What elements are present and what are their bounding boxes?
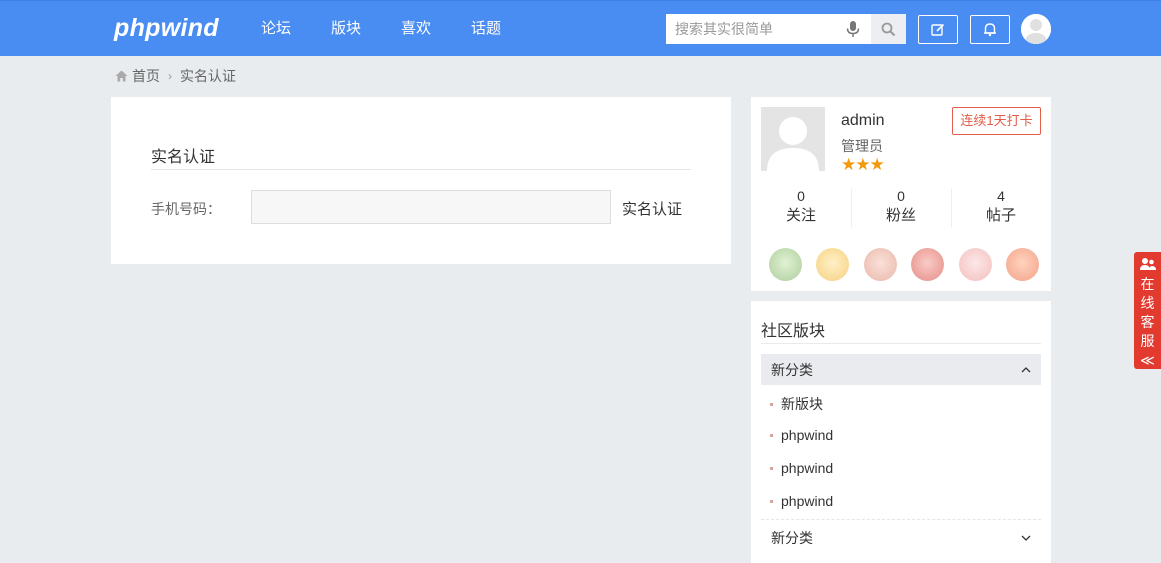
category-name: 新分类 (771, 361, 813, 378)
medal-loyal-icon[interactable] (911, 248, 945, 281)
stat-following[interactable]: 0 关注 (751, 187, 851, 231)
board-name: phpwind (781, 493, 834, 509)
nav-boards[interactable]: 版块 (331, 1, 361, 57)
post-button[interactable] (918, 15, 958, 44)
board-name: 新版块 (781, 396, 823, 412)
verify-button[interactable]: 实名认证 (622, 198, 682, 219)
bullet (770, 466, 773, 470)
search-field-wrapper (666, 14, 871, 44)
forum-sidebar: 社区版块 新分类 新版块 phpwind phpwind phpwind 新分类 (751, 301, 1051, 563)
category-name: 新分类 (771, 529, 813, 546)
page-title: 实名认证 (151, 143, 691, 170)
user-stats: 0 关注 0 粉丝 4 帖子 (751, 187, 1051, 231)
bullet (770, 433, 773, 437)
search-icon (881, 22, 896, 36)
user-avatar[interactable] (1021, 14, 1051, 44)
phone-input[interactable] (251, 190, 611, 224)
medal-face-icon[interactable] (769, 248, 802, 281)
username[interactable]: admin (841, 112, 885, 130)
profile-avatar[interactable] (761, 107, 825, 171)
notification-button[interactable] (970, 15, 1010, 44)
default-avatar-icon (761, 107, 825, 171)
board-name: phpwind (781, 460, 834, 476)
board-item[interactable]: phpwind (770, 493, 833, 509)
chevron-up-icon (1021, 366, 1031, 372)
online-service-tab[interactable]: 在 线 客 服 ≪ (1134, 252, 1161, 369)
user-card: admin 管理员 ★★★ 连续1天打卡 0 关注 0 粉丝 4 帖子 (751, 97, 1051, 291)
edit-icon (931, 23, 945, 36)
stat-label: 帖子 (985, 207, 1016, 224)
bullet (770, 402, 773, 406)
service-label-char: 客 (1140, 314, 1155, 330)
default-avatar-icon (1021, 14, 1051, 44)
board-name: phpwind (781, 427, 834, 443)
stat-count: 0 (897, 188, 905, 204)
forum-sidebar-title: 社区版块 (761, 317, 1041, 344)
service-label-char: 在 (1140, 276, 1155, 292)
chevron-right-icon: › (168, 69, 172, 83)
checkin-button[interactable]: 连续1天打卡 (952, 107, 1041, 135)
service-label-char: 服 (1140, 333, 1155, 349)
board-item[interactable]: phpwind (770, 460, 833, 476)
category-header[interactable]: 新分类 (761, 354, 1041, 385)
chevron-down-icon (1021, 535, 1031, 541)
stat-count: 4 (997, 188, 1005, 204)
board-item[interactable]: 新版块 (770, 394, 823, 414)
medal-rich-icon[interactable] (1005, 248, 1039, 281)
user-level-stars: ★★★ (841, 155, 885, 174)
top-header: phpwind 论坛 版块 喜欢 话题 (0, 0, 1161, 56)
medal-sofa-icon[interactable] (863, 248, 897, 281)
home-icon (115, 70, 128, 82)
category-header[interactable]: 新分类 (761, 522, 1041, 553)
microphone-icon[interactable] (846, 21, 860, 38)
phone-label: 手机号码： (151, 201, 221, 217)
bell-icon (984, 23, 996, 37)
nav-topics[interactable]: 话题 (471, 1, 501, 57)
board-item[interactable]: phpwind (770, 427, 833, 443)
main-nav: 论坛 版块 喜欢 话题 (261, 1, 541, 57)
search-input[interactable] (666, 14, 841, 44)
breadcrumb: 首页 › 实名认证 (115, 67, 236, 85)
breadcrumb-current: 实名认证 (180, 68, 236, 84)
verification-panel: 实名认证 手机号码： 实名认证 (111, 97, 731, 264)
bullet (770, 499, 773, 503)
collapse-icon: ≪ (1140, 352, 1155, 368)
medal-list (769, 248, 1039, 281)
search-bar (666, 14, 906, 44)
stat-fans[interactable]: 0 粉丝 (851, 187, 951, 231)
stat-label: 粉丝 (885, 207, 916, 224)
site-logo[interactable]: phpwind (114, 14, 219, 43)
nav-forum[interactable]: 论坛 (261, 1, 291, 57)
users-icon (1139, 258, 1156, 270)
stat-count: 0 (797, 188, 805, 204)
search-button[interactable] (871, 14, 906, 44)
service-label-char: 线 (1140, 295, 1155, 311)
nav-likes[interactable]: 喜欢 (401, 1, 431, 57)
stat-posts[interactable]: 4 帖子 (951, 187, 1051, 231)
stat-label: 关注 (785, 207, 816, 224)
category-divider (761, 519, 1041, 520)
medal-lips-icon[interactable] (958, 248, 992, 281)
breadcrumb-home[interactable]: 首页 (132, 66, 160, 86)
user-role: 管理员 (841, 138, 883, 154)
medal-sunglasses-icon[interactable] (816, 248, 850, 281)
